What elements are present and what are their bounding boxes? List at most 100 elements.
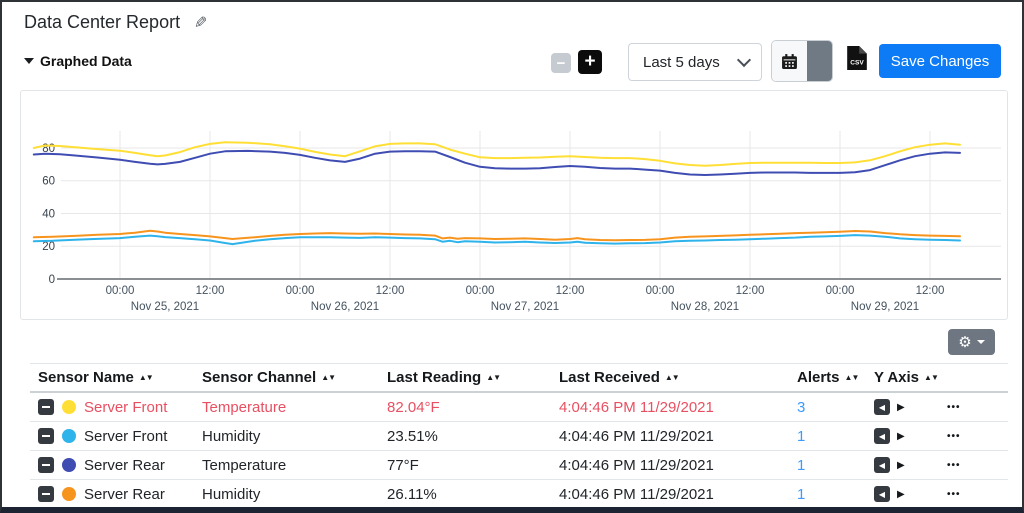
- x-tick-label: 00:00: [466, 285, 495, 297]
- column-label: Y Axis: [874, 369, 919, 386]
- collapse-series-button[interactable]: [38, 428, 54, 444]
- x-tick-label: 00:00: [646, 285, 675, 297]
- table-row: Server Rear Humidity 26.11% 4:04:46 PM 11/2…: [30, 480, 1008, 509]
- column-label: Last Received: [559, 369, 660, 386]
- collapse-series-button[interactable]: [38, 486, 54, 502]
- edit-title-icon[interactable]: ✎: [194, 13, 207, 33]
- y-tick-label: 60: [42, 176, 55, 188]
- sort-icon[interactable]: ▲▼: [665, 373, 679, 382]
- caret-down-icon: [977, 340, 985, 344]
- date-range-select[interactable]: Last 5 days: [628, 43, 762, 81]
- column-header-sensor-name[interactable]: Sensor Name ▲▼: [30, 369, 202, 386]
- zoom-in-button[interactable]: +: [578, 50, 602, 74]
- sort-icon[interactable]: ▲▼: [139, 373, 153, 382]
- table-row: Server FrontHumidity23.51%4:04:46 PM 11/…: [30, 422, 1008, 451]
- series-color-dot: [62, 458, 76, 472]
- calendar-icon: [772, 41, 807, 81]
- zoom-out-button[interactable]: −: [551, 53, 571, 73]
- sensor-name-cell: Server Rear: [84, 457, 165, 474]
- y-tick-label: 40: [42, 208, 55, 220]
- csv-file-icon: CSV: [847, 46, 867, 70]
- export-csv-button[interactable]: CSV: [847, 46, 867, 75]
- alerts-link[interactable]: 1: [797, 486, 805, 503]
- sort-icon[interactable]: ▲▼: [321, 373, 335, 382]
- section-label: Graphed Data: [40, 53, 132, 69]
- page-header: Data Center Report ✎: [24, 12, 207, 33]
- sensor-channel-cell: Humidity: [202, 428, 260, 445]
- alerts-link[interactable]: 3: [797, 399, 805, 416]
- last-reading-cell: 77°F: [387, 457, 419, 474]
- column-header-last-received[interactable]: Last Received ▲▼: [559, 369, 797, 386]
- plus-icon: +: [584, 51, 595, 73]
- sensor-channel-cell: Temperature: [202, 399, 286, 416]
- last-reading-cell: 23.51%: [387, 428, 438, 445]
- alerts-link[interactable]: 1: [797, 428, 805, 445]
- y-axis-right-button[interactable]: ▶: [897, 489, 905, 500]
- last-received-cell: 4:04:46 PM 11/29/2021: [559, 486, 714, 503]
- csv-icon-label: CSV: [850, 60, 864, 67]
- data-center-report-page: Data Center Report ✎ Graphed Data − + La…: [0, 0, 1024, 513]
- series-color-dot: [62, 400, 76, 414]
- calendar-split-handle[interactable]: [807, 41, 832, 81]
- x-tick-label: 00:00: [286, 285, 315, 297]
- alerts-link[interactable]: 1: [797, 457, 805, 474]
- graphed-data-toggle[interactable]: Graphed Data: [24, 53, 132, 69]
- x-date-label: Nov 26, 2021: [311, 301, 379, 313]
- column-header-sensor-channel[interactable]: Sensor Channel ▲▼: [202, 369, 387, 386]
- minus-icon: [42, 435, 50, 437]
- x-tick-label: 12:00: [916, 285, 945, 297]
- x-tick-label: 12:00: [196, 285, 225, 297]
- series-color-dot: [62, 429, 76, 443]
- page-title: Data Center Report: [24, 12, 180, 33]
- chart-panel: 00:0012:0000:0012:0000:0012:0000:0012:00…: [20, 90, 1008, 320]
- minus-icon: [42, 493, 50, 495]
- row-menu-button[interactable]: •••: [947, 402, 961, 413]
- sensor-table-body: Server FrontTemperature82.04°F4:04:46 PM…: [30, 393, 1008, 509]
- date-range-value: Last 5 days: [643, 54, 739, 71]
- sensor-name-cell: Server Front: [84, 399, 167, 416]
- y-axis-right-button[interactable]: ▶: [897, 402, 905, 413]
- y-axis-right-button[interactable]: ▶: [897, 431, 905, 442]
- last-reading-cell: 26.11%: [387, 486, 437, 503]
- row-menu-button[interactable]: •••: [947, 431, 961, 442]
- column-header-alerts[interactable]: Alerts ▲▼: [797, 369, 874, 386]
- column-header-last-reading[interactable]: Last Reading ▲▼: [387, 369, 559, 386]
- collapse-series-button[interactable]: [38, 399, 54, 415]
- caret-down-icon: [24, 58, 34, 64]
- sort-icon[interactable]: ▲▼: [486, 373, 500, 382]
- series-color-dot: [62, 487, 76, 501]
- line-chart: 00:0012:0000:0012:0000:0012:0000:0012:00…: [21, 91, 1007, 319]
- x-date-label: Nov 25, 2021: [131, 301, 199, 313]
- chevron-down-icon: [737, 53, 751, 67]
- sensor-channel-cell: Temperature: [202, 457, 286, 474]
- minus-icon: −: [557, 55, 566, 72]
- y-axis-right-button[interactable]: ▶: [897, 460, 905, 471]
- last-received-cell: 4:04:46 PM 11/29/2021: [559, 399, 714, 416]
- column-label: Sensor Channel: [202, 369, 316, 386]
- y-axis-left-button[interactable]: ◀: [874, 399, 890, 415]
- row-menu-button[interactable]: •••: [947, 460, 961, 471]
- x-date-label: Nov 27, 2021: [491, 301, 559, 313]
- sort-icon[interactable]: ▲▼: [924, 373, 938, 382]
- column-label: Sensor Name: [38, 369, 134, 386]
- sensor-name-cell: Server Rear: [84, 486, 165, 503]
- save-changes-button[interactable]: Save Changes: [879, 44, 1001, 78]
- minus-icon: [42, 464, 50, 466]
- sensor-channel-cell: Humidity: [202, 486, 260, 503]
- last-received-cell: 4:04:46 PM 11/29/2021: [559, 457, 714, 474]
- collapse-series-button[interactable]: [38, 457, 54, 473]
- sensor-table: Sensor Name ▲▼ Sensor Channel ▲▼ Last Re…: [30, 363, 1008, 509]
- y-axis-left-button[interactable]: ◀: [874, 486, 890, 502]
- y-axis-left-button[interactable]: ◀: [874, 457, 890, 473]
- x-tick-label: 00:00: [106, 285, 135, 297]
- table-settings-button[interactable]: ⚙: [948, 329, 995, 355]
- gear-icon: ⚙: [958, 335, 971, 350]
- x-date-label: Nov 29, 2021: [851, 301, 919, 313]
- row-menu-button[interactable]: •••: [947, 489, 961, 500]
- column-label: Last Reading: [387, 369, 481, 386]
- sort-icon[interactable]: ▲▼: [845, 373, 859, 382]
- y-axis-left-button[interactable]: ◀: [874, 428, 890, 444]
- calendar-button[interactable]: [771, 40, 833, 82]
- column-header-y-axis[interactable]: Y Axis ▲▼: [874, 369, 947, 386]
- y-tick-label: 20: [42, 241, 55, 253]
